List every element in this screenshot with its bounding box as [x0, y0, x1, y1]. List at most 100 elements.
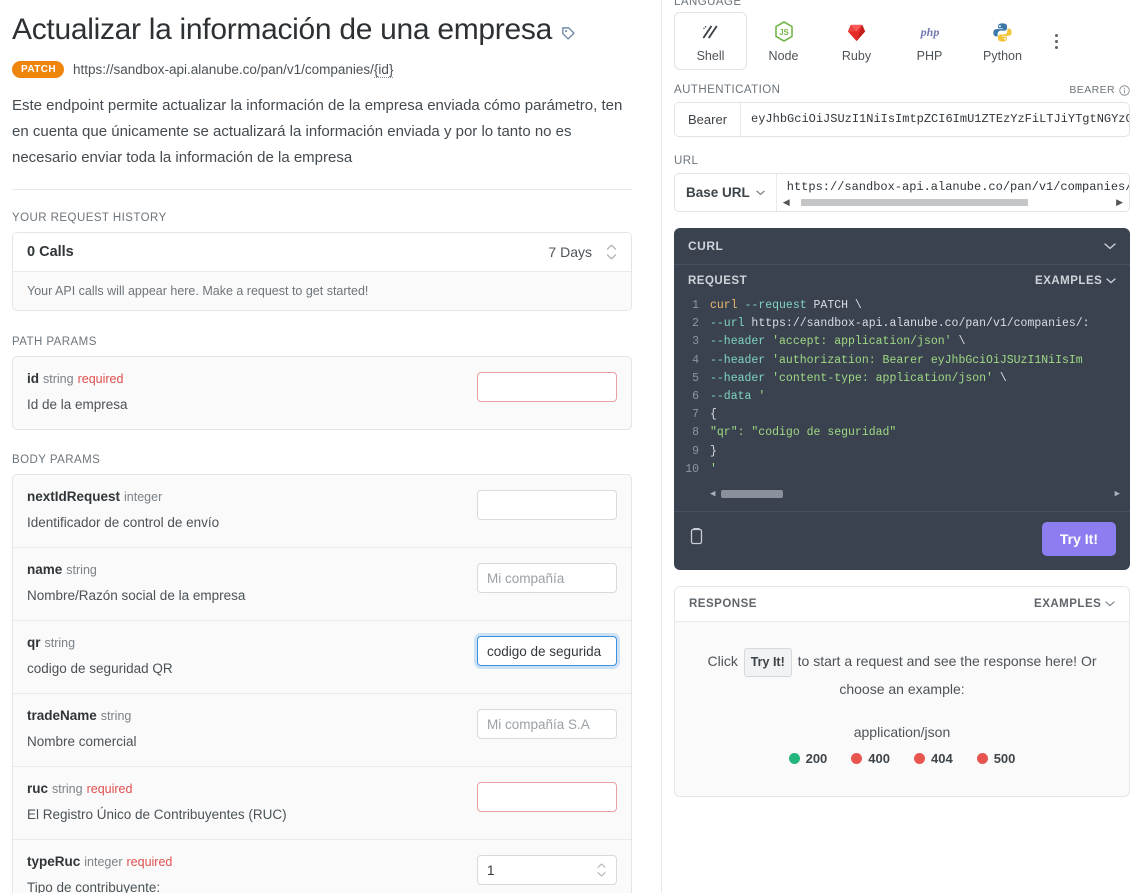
language-option-ruby[interactable]: Ruby: [820, 12, 893, 70]
language-label-node: Node: [768, 49, 799, 63]
table-row: name string Nombre/Razón social de la emp…: [13, 548, 631, 621]
code-line: 4 --header 'authorization: Bearer eyJhbG…: [674, 352, 1130, 370]
language-option-node[interactable]: JS Node: [747, 12, 820, 70]
param-input-cell: [477, 371, 617, 402]
table-row: tradeName string Nombre comercial Mi comp…: [13, 694, 631, 767]
copy-icon[interactable]: [688, 527, 705, 551]
param-name-line: qr string: [27, 635, 461, 650]
code-line-number: 2: [692, 317, 699, 331]
status-code-200[interactable]: 200: [788, 751, 827, 766]
code-line: 6 --data ': [674, 388, 1130, 406]
status-dot: [788, 753, 800, 765]
param-input-cell: Mi compañía S.A: [477, 708, 617, 739]
status-code-label: 404: [931, 751, 953, 767]
authentication-header: AUTHENTICATION BEARER: [674, 84, 1130, 96]
code-line-number: 1: [692, 299, 699, 312]
code-examples-dropdown[interactable]: EXAMPLES: [1035, 275, 1116, 287]
endpoint-url-id-param: {id}: [373, 62, 394, 78]
code-line-text: --url https://sandbox-api.alanube.co/pan…: [710, 317, 1090, 331]
request-history-calls: 0 Calls: [27, 244, 74, 260]
param-info: tradeName string Nombre comercial: [27, 708, 461, 752]
tag-icon[interactable]: [561, 14, 576, 50]
table-row: qr string codigo de seguridad QR codigo d…: [13, 621, 631, 694]
status-dot: [976, 753, 988, 765]
scroll-track[interactable]: [721, 490, 1108, 499]
param-input-qr[interactable]: codigo de segurida: [477, 636, 617, 666]
body-params-box: nextIdRequest integer Identificador de co…: [12, 474, 632, 893]
param-description: codigo de seguridad QR: [27, 661, 173, 676]
param-input-ruc[interactable]: [477, 782, 617, 812]
param-name: nextIdRequest: [27, 489, 121, 504]
url-field: Base URL https://sandbox-api.alanube.co/…: [674, 173, 1130, 212]
code-line: 8 "qr": "codigo de seguridad": [674, 424, 1130, 442]
param-input-tradename[interactable]: Mi compañía S.A: [477, 709, 617, 739]
param-input-name[interactable]: Mi compañía: [477, 563, 617, 593]
language-selector: Shell JS Node Ruby php PHP Python: [674, 12, 1130, 70]
code-line-text: --header 'content-type: application/json…: [710, 371, 1007, 385]
chevron-down-icon: [1106, 278, 1116, 284]
table-row: id string required Id de la empresa: [13, 357, 631, 429]
table-row: ruc string required El Registro Único de C…: [13, 767, 631, 840]
param-name-line: id string required: [27, 371, 461, 386]
url-label: URL: [674, 155, 699, 167]
code-line: 10 ': [674, 461, 1130, 479]
language-option-php[interactable]: php PHP: [893, 12, 966, 70]
status-code-400[interactable]: 400: [851, 751, 890, 766]
response-examples-label: EXAMPLES: [1034, 598, 1102, 611]
authentication-field: Bearer eyJhbGciOiJSUzI1NiIsImtpZCI6ImU1Z…: [674, 102, 1130, 137]
path-params-box: id string required Id de la empresa: [12, 356, 632, 430]
divider: [12, 189, 632, 190]
authentication-scheme: BEARER: [1069, 84, 1130, 96]
code-line: 7{: [674, 406, 1130, 424]
param-input-cell: Mi compañía: [477, 562, 617, 593]
scroll-left-icon[interactable]: ◀: [783, 197, 790, 208]
scroll-track[interactable]: [794, 199, 1112, 206]
code-sample-body[interactable]: 1 curl --request PATCH \ 2 --url https://…: [674, 293, 1130, 511]
stepper-icon[interactable]: [606, 244, 617, 260]
scroll-right-icon[interactable]: ▶: [1115, 485, 1120, 503]
param-type: string: [44, 636, 76, 650]
param-input-id[interactable]: [477, 372, 617, 402]
base-url-selector[interactable]: Base URL: [675, 174, 777, 211]
request-history-range-control[interactable]: 7 Days: [548, 244, 617, 260]
param-description-text: Tipo de contribuyente:: [27, 880, 161, 893]
url-value-input[interactable]: https://sandbox-api.alanube.co/pan/v1/co…: [777, 180, 1129, 197]
chevron-down-icon: [1104, 242, 1116, 249]
param-description: El Registro Único de Contribuyentes (RUC…: [27, 807, 287, 822]
scroll-thumb[interactable]: [721, 490, 784, 499]
try-it-button[interactable]: Try It!: [1041, 522, 1116, 557]
page-title: Actualizar la información de una empresa: [12, 10, 632, 50]
scroll-left-icon[interactable]: ◀: [710, 485, 715, 503]
url-horizontal-scrollbar[interactable]: ◀ ▶: [777, 197, 1129, 211]
param-type: integer: [84, 855, 123, 869]
param-name: qr: [27, 635, 41, 650]
status-dot: [914, 753, 925, 765]
param-required: required: [126, 855, 173, 869]
endpoint-url: https://sandbox-api.alanube.co/pan/v1/co…: [73, 62, 394, 78]
language-option-python[interactable]: Python: [966, 12, 1039, 70]
language-option-shell[interactable]: Shell: [674, 12, 747, 70]
param-input-nextidrequest[interactable]: [477, 490, 617, 520]
status-code-404[interactable]: 404: [914, 751, 953, 766]
param-input-typeruc[interactable]: 1: [477, 855, 617, 885]
response-status-codes: 200 400 404 500: [701, 751, 1103, 766]
stepper-icon[interactable]: [596, 863, 607, 877]
scroll-thumb[interactable]: [800, 199, 1029, 206]
ruby-icon: [846, 20, 867, 44]
param-input-cell: [477, 489, 617, 520]
param-description: Identificador de control de envío: [27, 515, 220, 530]
param-info: id string required Id de la empresa: [27, 371, 461, 415]
code-line-number: 6: [692, 390, 699, 404]
param-description: Nombre comercial: [27, 734, 137, 749]
code-horizontal-scrollbar[interactable]: ◀ ▶: [674, 479, 1130, 511]
param-input-typeruc-value: 1: [487, 862, 495, 878]
status-code-500[interactable]: 500: [976, 751, 1015, 766]
code-line-text: }: [710, 444, 717, 458]
code-sample-header[interactable]: CURL: [674, 228, 1130, 265]
response-examples-dropdown[interactable]: EXAMPLES: [1034, 598, 1115, 610]
kebab-menu-icon[interactable]: [1049, 24, 1064, 59]
scroll-right-icon[interactable]: ▶: [1116, 197, 1123, 208]
page-title-text: Actualizar la información de una empresa: [12, 13, 552, 46]
response-try-it-chip[interactable]: Try It!: [743, 648, 792, 678]
authentication-token-input[interactable]: eyJhbGciOiJSUzI1NiIsImtpZCI6ImU1ZTEzYzFi…: [741, 103, 1129, 136]
